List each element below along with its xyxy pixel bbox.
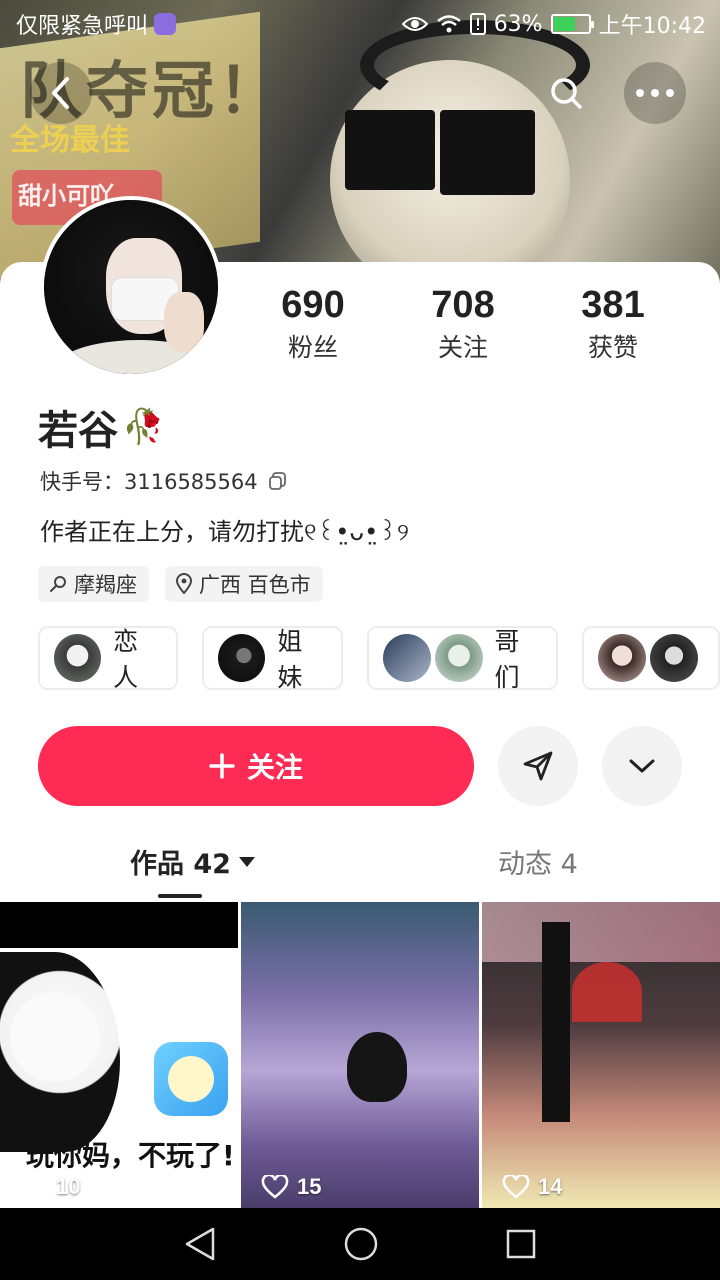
game-character-image (347, 1032, 407, 1102)
like-value: 15 (297, 1174, 322, 1199)
tag-label: 摩羯座 (74, 573, 137, 597)
user-id-label: 快手号： (40, 470, 124, 494)
relation-avatar (649, 634, 698, 682)
like-value: 14 (538, 1174, 563, 1199)
like-count: 14 (502, 1174, 562, 1200)
banner-glasses (440, 110, 535, 195)
relation-brothers[interactable]: 哥们 (366, 626, 558, 692)
nav-home-icon[interactable] (343, 1226, 379, 1262)
content-tabs: 作品 42 动态 4 (0, 830, 720, 902)
avatar[interactable] (40, 196, 222, 378)
stat-fans[interactable]: 690 粉丝 (238, 282, 388, 372)
user-id-row: 快手号：3116585564 (40, 466, 288, 496)
tab-moments[interactable]: 动态 4 (498, 842, 578, 881)
app-notification-icon (154, 13, 177, 35)
profile-tags: 摩羯座 广西 百色市 (38, 566, 323, 602)
tab-works[interactable]: 作品 42 (130, 842, 255, 881)
relation-avatar (382, 634, 431, 682)
relation-label: 哥们 (494, 627, 520, 692)
relation-avatar (597, 634, 646, 682)
like-count: 10 (20, 1174, 80, 1200)
profile-stats: 690 粉丝 708 关注 381 获赞 (238, 282, 688, 372)
name-row: 若谷 🥀 (38, 398, 164, 456)
stat-label: 粉丝 (287, 333, 338, 362)
search-button[interactable] (535, 62, 597, 124)
tag-label: 广西 百色市 (199, 573, 311, 597)
relation-avatar (54, 634, 102, 682)
video-grid: 玩你妈，不玩了! 10 15 14 (0, 902, 720, 1208)
tag-zodiac[interactable]: 摩羯座 (38, 566, 149, 602)
like-count: 15 (261, 1174, 321, 1200)
stat-label: 关注 (437, 333, 488, 362)
chevron-down-icon (629, 759, 655, 773)
tag-location[interactable]: 广西 百色市 (165, 566, 323, 602)
follow-button[interactable]: 关注 (38, 726, 474, 806)
relations-list: 恋人 姐妹 哥们 (38, 626, 720, 692)
location-icon (175, 573, 193, 595)
heart-decoration-image (572, 962, 642, 1022)
relation-avatar (218, 634, 266, 682)
battery-percent: 63% (493, 11, 543, 37)
active-tab-indicator (158, 894, 202, 898)
video-caption: 玩你妈，不玩了! (26, 1139, 235, 1172)
stat-likes[interactable]: 381 获赞 (538, 282, 688, 372)
plus-icon (209, 753, 235, 779)
stat-value: 381 (581, 284, 645, 326)
search-icon (551, 78, 582, 109)
search-tag-icon (50, 576, 66, 592)
sim-alert-icon (469, 13, 486, 35)
caret-down-icon (238, 856, 255, 867)
stat-following[interactable]: 708 关注 (388, 282, 538, 372)
battery-icon (550, 14, 594, 34)
relation-label: 恋人 (113, 627, 139, 692)
nav-recents-icon[interactable] (505, 1228, 537, 1260)
stat-value: 708 (431, 284, 495, 326)
more-dots-icon (636, 89, 674, 97)
heart-icon (20, 1175, 48, 1199)
clock: 上午10:42 (598, 14, 706, 39)
relation-label: 姐妹 (277, 627, 303, 692)
tab-label: 作品 42 (130, 849, 231, 880)
profile-bio: 作者正在上分，请勿打扰୧꒰•̤ᴗ•̤꒱୨ (40, 518, 409, 546)
video-thumbnail[interactable]: 14 (482, 902, 720, 1208)
heart-icon (261, 1175, 289, 1199)
send-icon (523, 751, 553, 781)
follow-label: 关注 (246, 751, 303, 784)
system-nav-bar (0, 1208, 720, 1280)
rose-emoji: 🥀 (122, 407, 165, 447)
banner-glasses (345, 110, 435, 190)
heart-icon (502, 1175, 530, 1199)
game-app-icon (154, 1042, 228, 1116)
nav-back-icon[interactable] (183, 1226, 217, 1262)
status-bar: 仅限紧急呼叫 63% 上午10:42 (0, 0, 720, 48)
tab-label: 动态 4 (498, 849, 578, 880)
like-value: 10 (56, 1174, 81, 1199)
back-button[interactable] (30, 62, 92, 124)
video-thumbnail[interactable]: 玩你妈，不玩了! 10 (0, 902, 238, 1208)
user-id-value: 3116585564 (124, 470, 258, 494)
eye-icon (401, 17, 428, 31)
relation-sister[interactable]: 姐妹 (202, 626, 343, 692)
expand-button[interactable] (602, 726, 682, 806)
profile-name: 若谷 (38, 408, 118, 454)
wifi-icon (436, 15, 461, 33)
stat-label: 获赞 (587, 333, 638, 362)
send-message-button[interactable] (498, 726, 578, 806)
copy-icon[interactable] (268, 471, 288, 491)
stat-value: 690 (281, 284, 345, 326)
relation-more[interactable] (581, 626, 720, 690)
relation-avatar (434, 634, 483, 682)
relation-lover[interactable]: 恋人 (38, 626, 179, 692)
more-button[interactable] (624, 62, 686, 124)
chevron-left-icon (52, 77, 69, 109)
carrier-text: 仅限紧急呼叫 (16, 14, 149, 39)
video-thumbnail[interactable]: 15 (241, 902, 479, 1208)
